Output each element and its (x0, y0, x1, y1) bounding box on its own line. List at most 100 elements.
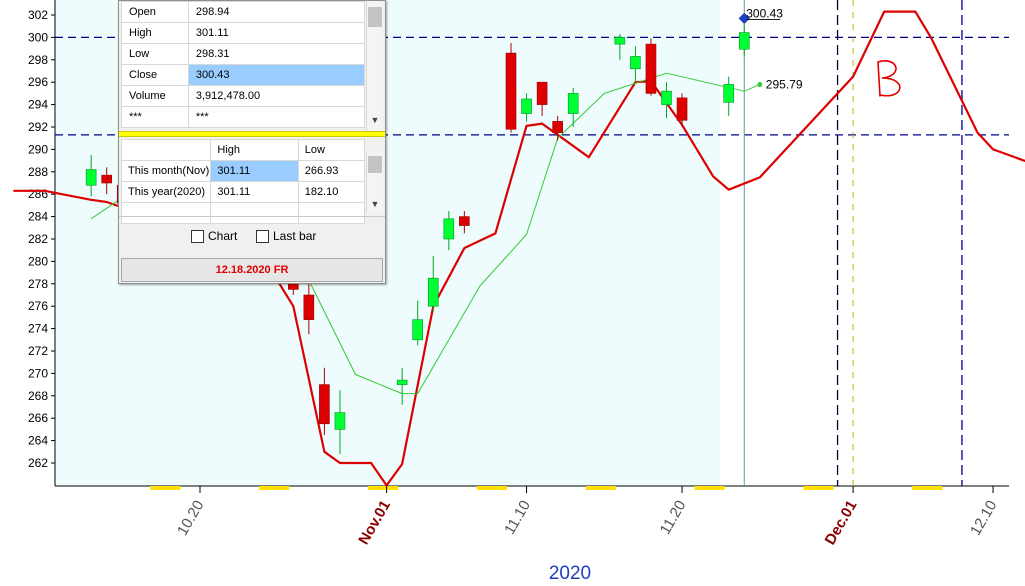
last-close-label: 300.43 (746, 7, 783, 21)
y-tick-label: 262 (28, 456, 48, 470)
ohlc-scrollbar[interactable]: ▼ (366, 1, 383, 131)
y-tick-label: 274 (28, 322, 48, 336)
y-tick-label: 286 (28, 187, 48, 201)
chart-checkbox-label: Chart (208, 229, 238, 243)
header-high: High (210, 139, 299, 161)
y-tick-label: 294 (28, 98, 48, 112)
row-label: *** (121, 106, 189, 128)
row-value: 3,912,478.00 (187, 85, 366, 107)
range-label: This month(Nov) (120, 160, 212, 182)
ma-value-label: 295.79 (766, 78, 803, 92)
row-label: Open (121, 1, 189, 23)
y-tick-label: 266 (28, 411, 48, 425)
table-row: This year(2020) 301.11 182.10 (120, 181, 366, 203)
range-scrollbar[interactable]: ▼ (366, 153, 383, 213)
candle-body (85, 169, 97, 186)
row-value: 298.31 (187, 43, 366, 65)
candle-body (396, 379, 408, 385)
weekend-marker (694, 486, 725, 490)
row-label: High (121, 22, 189, 44)
y-tick-label: 264 (28, 434, 48, 448)
candle-body (536, 81, 548, 105)
table-row[interactable]: Close 300.43 (121, 64, 366, 86)
range-low: 182.10 (297, 181, 366, 203)
range-table: High Low This month(Nov) 301.11 266.93 T… (120, 139, 366, 224)
candle-body (645, 43, 657, 94)
candle-body (738, 32, 750, 50)
y-tick-label: 280 (28, 254, 48, 268)
y-tick-label: 296 (28, 75, 48, 89)
y-tick-label: 270 (28, 366, 48, 380)
candle-body (101, 174, 112, 184)
options-row: Chart Last bar (119, 216, 385, 257)
row-label: Low (121, 43, 189, 65)
table-row: This month(Nov) 301.11 266.93 (120, 160, 366, 182)
candle-body (723, 84, 735, 103)
table-header-row: High Low (120, 139, 366, 161)
table-row: Low 298.31 (121, 43, 366, 65)
weekend-marker (150, 486, 181, 490)
checkbox-icon[interactable] (191, 229, 204, 243)
chevron-down-icon[interactable]: ▼ (367, 199, 383, 209)
y-tick-label: 300 (28, 30, 48, 44)
candle-body (427, 277, 439, 307)
row-value-selected[interactable]: 300.43 (187, 64, 366, 86)
last-bar-checkbox[interactable]: Last bar (256, 229, 316, 243)
x-tick-label: 11.10 (501, 498, 534, 538)
candle-body (552, 121, 563, 133)
table-row: *** *** (121, 106, 366, 128)
x-tick-label: Nov.01 (355, 498, 394, 548)
year-axis-label: 2020 (548, 563, 592, 584)
candle-body (521, 98, 532, 114)
range-low: 266.93 (297, 160, 366, 182)
weekend-marker (259, 486, 290, 490)
header-empty (120, 139, 212, 161)
date-display: 12.18.2020 FR (121, 258, 383, 282)
y-tick-label: 282 (28, 232, 48, 246)
y-tick-label: 268 (28, 389, 48, 403)
y-tick-label: 292 (28, 120, 48, 134)
annotation-b-mark (877, 60, 901, 97)
x-tick-label: Dec.01 (822, 498, 861, 548)
y-tick-label: 278 (28, 277, 48, 291)
last-bar-checkbox-label: Last bar (273, 229, 317, 243)
x-tick-label: 10.20 (174, 498, 207, 539)
header-low: Low (297, 139, 366, 161)
y-tick-label: 290 (28, 142, 48, 156)
y-tick-label: 284 (28, 210, 48, 224)
candle-body (661, 90, 672, 105)
table-row: Volume 3,912,478.00 (121, 85, 366, 107)
row-value: 298.94 (187, 1, 366, 23)
y-tick-label: 272 (28, 344, 48, 358)
candle-body (443, 218, 455, 240)
candle-body (505, 52, 517, 130)
range-label: This year(2020) (120, 181, 212, 203)
candle-body (567, 93, 579, 114)
range-high[interactable]: 301.11 (210, 160, 299, 182)
moving-average-endpoint (757, 82, 763, 88)
y-tick-label: 288 (28, 165, 48, 179)
checkbox-icon[interactable] (256, 229, 269, 243)
panel-divider[interactable] (119, 131, 385, 137)
x-tick-label: 11.20 (657, 498, 690, 538)
weekend-marker (585, 486, 616, 490)
row-value: *** (187, 106, 366, 128)
weekend-marker (476, 486, 507, 490)
ohlc-table: Open 298.94 High 301.11 Low 298.31 Close… (121, 1, 366, 128)
chevron-down-icon[interactable]: ▼ (367, 115, 383, 125)
data-window[interactable]: Open 298.94 High 301.11 Low 298.31 Close… (118, 0, 386, 284)
y-tick-label: 302 (28, 8, 48, 22)
row-label: Volume (121, 85, 189, 107)
scroll-thumb[interactable] (368, 7, 382, 27)
candle-body (630, 56, 641, 70)
chart-checkbox[interactable]: Chart (191, 229, 237, 243)
row-label: Close (121, 64, 189, 86)
x-tick-label: 12.10 (967, 498, 1000, 539)
candle-body (319, 384, 330, 425)
candle-body (334, 412, 346, 430)
row-value: 301.11 (187, 22, 366, 44)
weekend-marker (912, 486, 943, 490)
scroll-thumb[interactable] (368, 156, 382, 173)
candle-body (676, 97, 688, 121)
candle-body (303, 294, 315, 320)
